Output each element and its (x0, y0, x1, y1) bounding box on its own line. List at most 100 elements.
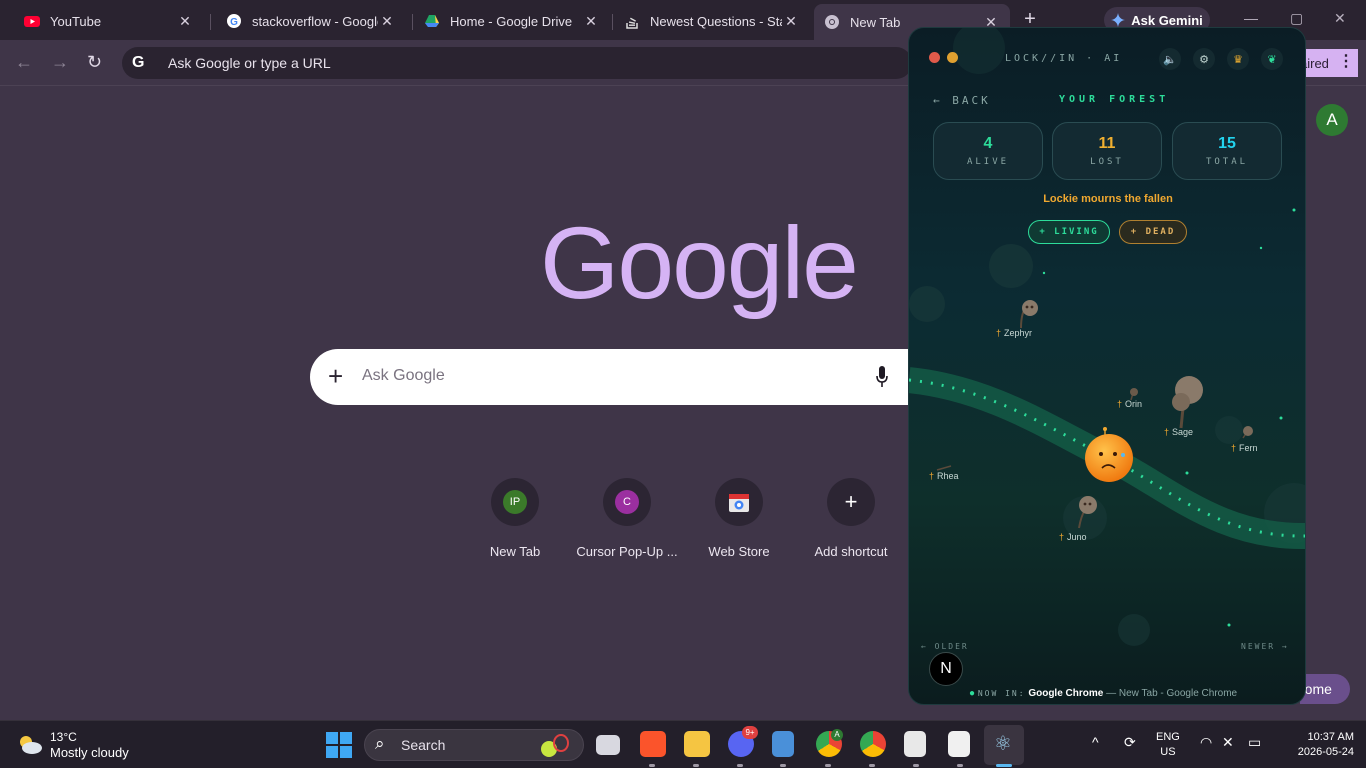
trophy-icon[interactable]: ♛ (1227, 48, 1249, 70)
leaf-icon[interactable]: ❦ (1261, 48, 1283, 70)
shortcut-initial: C (615, 490, 639, 514)
language-code: ENG (1156, 731, 1180, 743)
back-arrow-icon[interactable]: ← (15, 52, 33, 73)
taskbar: 13°C Mostly cloudy ⌕ Search 9+ A ⚛ ^ ⟳ E… (0, 720, 1366, 768)
stat-value: 4 (983, 135, 993, 152)
snipping-tool-icon[interactable] (948, 731, 970, 757)
sync-icon[interactable]: ⟳ (1124, 734, 1136, 751)
tab-google-drive[interactable]: Home - Google Drive ✕ (414, 6, 610, 36)
tree-label-zephyr[interactable]: † Zephyr (996, 328, 1032, 338)
atom-icon: ⚛ (994, 733, 1012, 755)
tree-label-juno[interactable]: † Juno (1059, 532, 1087, 542)
tab-stackoverflow-search[interactable]: G stackoverflow - Google S ✕ (216, 6, 406, 36)
customize-chrome-button[interactable]: rome (1300, 674, 1350, 704)
cross-icon: † (1059, 532, 1065, 542)
maximize-icon[interactable]: ▢ (1290, 10, 1303, 27)
stat-value: 15 (1218, 135, 1236, 152)
battery-icon[interactable]: ▭ (1248, 734, 1261, 751)
task-view-icon[interactable] (596, 735, 620, 755)
cross-icon: † (1231, 443, 1237, 453)
lockin-panel: LOCK//IN · AI 🔈 ⚙ ♛ ❦ ← BACK YOUR FOREST… (908, 27, 1306, 705)
close-window-icon[interactable]: ✕ (1334, 10, 1346, 27)
notepad-icon[interactable] (772, 731, 794, 757)
stat-alive: 4 ALIVE (933, 122, 1043, 180)
shortcut-new-tab[interactable]: IP New Tab (459, 478, 571, 559)
gear-icon[interactable]: ⚙ (1193, 48, 1215, 70)
tree-name: Orin (1125, 399, 1143, 409)
forward-arrow-icon[interactable]: → (51, 52, 69, 73)
cube-app-icon[interactable] (904, 731, 926, 757)
close-icon[interactable]: ✕ (378, 13, 396, 30)
stat-total: 15 TOTAL (1172, 122, 1282, 180)
tree-fern[interactable] (1242, 426, 1253, 439)
cross-icon: † (1117, 399, 1123, 409)
shortcut-label: New Tab (489, 544, 541, 559)
clock-date: 2026-05-24 (1297, 746, 1354, 758)
shortcut-add[interactable]: + Add shortcut (795, 478, 907, 559)
weather-temp: 13°C (50, 730, 77, 744)
volume-mute-icon[interactable]: ✕ (1222, 734, 1234, 751)
brave-icon[interactable] (640, 731, 666, 757)
omnibox[interactable]: G Ask Google or type a URL (122, 47, 912, 79)
tree-name: Juno (1067, 532, 1087, 542)
tree-sage[interactable] (1172, 376, 1203, 429)
panel-minimize-dot[interactable] (947, 52, 958, 63)
close-icon[interactable]: ✕ (176, 13, 194, 30)
kebab-menu-icon[interactable]: ⋮ (1338, 51, 1354, 71)
weather-widget[interactable]: 13°C Mostly cloudy (16, 729, 166, 761)
panel-close-dot[interactable] (929, 52, 940, 63)
shortcut-label: Add shortcut (814, 544, 888, 559)
wifi-icon[interactable]: ◠ (1200, 734, 1212, 751)
shortcut-web-store[interactable]: Web Store (683, 478, 795, 559)
tree-name: Rhea (937, 471, 959, 481)
close-icon[interactable]: ✕ (782, 13, 800, 30)
stat-label: TOTAL (1205, 157, 1249, 167)
back-button[interactable]: ← BACK (933, 94, 991, 107)
tree-label-orin[interactable]: † Orin (1117, 399, 1142, 409)
cloudy-icon (20, 736, 42, 754)
taskbar-search[interactable]: ⌕ Search (364, 729, 584, 761)
system-clock[interactable]: 10:37 AM 2026-05-24 (1276, 730, 1354, 760)
now-in-label: NOW IN: (977, 689, 1026, 698)
tree-label-rhea[interactable]: † Rhea (929, 471, 959, 481)
minimize-icon[interactable]: — (1244, 10, 1258, 26)
shortcut-initial: IP (503, 490, 527, 514)
tab-stackoverflow-questions[interactable]: Newest Questions - Stac ✕ (614, 6, 810, 36)
gemini-icon (1111, 13, 1126, 27)
language-indicator[interactable]: ENG US (1156, 730, 1180, 760)
tree-rhea[interactable] (936, 465, 952, 471)
tree-label-sage[interactable]: † Sage (1164, 427, 1193, 437)
plus-icon[interactable]: + (328, 361, 343, 392)
filter-dead[interactable]: + DEAD (1119, 220, 1187, 244)
newer-button[interactable]: NEWER → (1241, 642, 1289, 651)
forest-heading: YOUR FOREST (1059, 94, 1170, 105)
chevron-up-icon[interactable]: ^ (1092, 734, 1099, 750)
stat-lost: 11 LOST (1052, 122, 1162, 180)
shortcut-label: Web Store (708, 544, 770, 559)
n-badge-button[interactable]: N (929, 652, 963, 686)
cross-icon: † (929, 471, 935, 481)
file-explorer-icon[interactable] (684, 731, 710, 757)
chrome-icon (825, 15, 839, 29)
discord-badge: 9+ (742, 726, 758, 739)
close-icon[interactable]: ✕ (582, 13, 600, 30)
microphone-icon[interactable] (876, 366, 888, 388)
shortcut-cursor-popup[interactable]: C Cursor Pop-Up ... (571, 478, 683, 559)
filter-living[interactable]: + LIVING (1028, 220, 1110, 244)
speaker-icon[interactable]: 🔈 (1159, 48, 1181, 70)
stat-value: 11 (1098, 135, 1116, 152)
add-icon: + (844, 489, 858, 514)
weather-desc: Mostly cloudy (50, 745, 129, 760)
older-button[interactable]: ← OLDER (921, 642, 969, 651)
stat-label: ALIVE (966, 157, 1010, 167)
search-icon: ⌕ (375, 734, 385, 753)
tennis-icon (541, 734, 569, 757)
chrome-icon[interactable] (860, 731, 886, 757)
tree-label-fern[interactable]: † Fern (1231, 443, 1258, 453)
tab-youtube[interactable]: YouTube ✕ (14, 6, 204, 36)
reload-icon[interactable]: ↻ (87, 52, 102, 73)
windows-start-icon[interactable] (326, 732, 352, 758)
profile-avatar[interactable]: A (1316, 104, 1348, 136)
google-g-icon: G (132, 54, 145, 71)
tree-zephyr[interactable] (1020, 300, 1038, 329)
